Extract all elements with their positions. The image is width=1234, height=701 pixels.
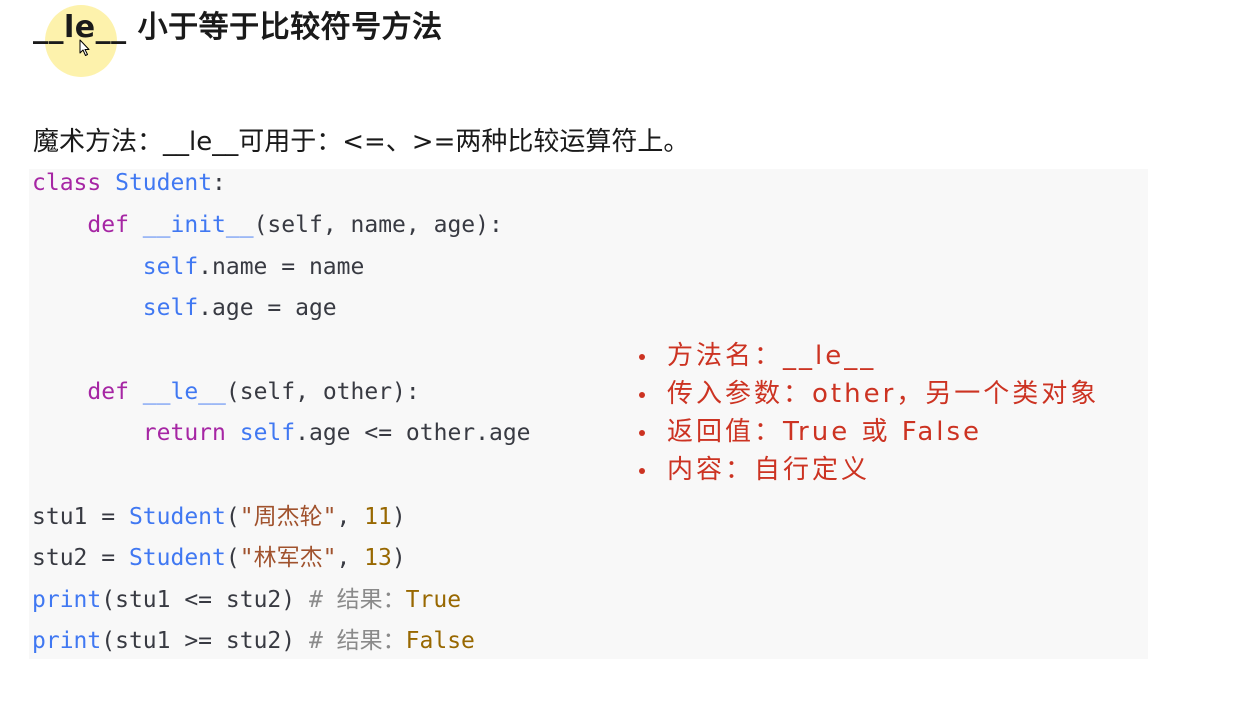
def-keyword: def — [87, 212, 129, 238]
class-name: Student — [128, 545, 226, 571]
code-line-1: class Student: — [32, 166, 226, 200]
note-text: 内容：自行定义 — [667, 455, 871, 485]
bullet-icon — [639, 468, 645, 474]
bullet-icon — [639, 392, 645, 398]
comment: # 结果： — [308, 628, 406, 654]
return-expression: .age <= other.age — [295, 420, 531, 446]
note-text: 返回值：True 或 False — [667, 417, 983, 447]
bullet-icon — [639, 354, 645, 360]
note-text: 传入参数：other，另一个类对象 — [667, 379, 1100, 409]
init-method-name: __init__ — [142, 212, 254, 238]
print1-args: (stu1 <= stu2) — [101, 587, 309, 613]
code-line-2: def __init__(self, name, age): — [32, 208, 503, 242]
le-method-name: __le__ — [142, 379, 226, 405]
mouse-pointer-icon — [79, 39, 90, 56]
class-keyword: class — [32, 170, 102, 196]
le-params: (self, other): — [225, 379, 420, 405]
comma: , — [336, 545, 365, 571]
code-line-12: print(stu1 >= stu2) # 结果：False — [32, 624, 475, 658]
stu1-assign: stu1 = — [32, 504, 129, 530]
colon: : — [212, 170, 226, 196]
paren-open: ( — [225, 545, 240, 571]
code-line-9: stu1 = Student("周杰轮", 11) — [32, 500, 406, 534]
note-text: 方法名：__le__ — [667, 341, 877, 371]
result-true: True — [405, 587, 462, 613]
init-params: (self, name, age): — [253, 212, 503, 238]
self-keyword: self — [142, 254, 199, 280]
stu1-age-number: 11 — [364, 504, 392, 530]
print-function: print — [32, 628, 102, 654]
stu2-age-number: 13 — [364, 545, 392, 571]
stu2-assign: stu2 = — [32, 545, 129, 571]
paren-close: ) — [391, 504, 406, 530]
code-line-3: self.name = name — [32, 250, 365, 284]
code-line-6: def __le__(self, other): — [32, 375, 420, 409]
return-keyword: return — [142, 420, 226, 446]
self-keyword: self — [142, 295, 199, 321]
code-line-10: stu2 = Student("林军杰", 13) — [32, 541, 406, 575]
paren-open: ( — [225, 504, 240, 530]
class-name: Student — [115, 170, 213, 196]
paren-close: ) — [391, 545, 406, 571]
code-line-4: self.age = age — [32, 291, 337, 325]
comma: , — [336, 504, 365, 530]
print2-args: (stu1 >= stu2) — [101, 628, 309, 654]
stu2-name-string: "林军杰" — [239, 545, 337, 571]
code-line-11: print(stu1 <= stu2) # 结果：True — [32, 583, 461, 617]
description: 魔术方法：__le__可用于：<=、>=两种比较运算符上。 — [33, 127, 690, 157]
bullet-icon — [639, 430, 645, 436]
assign-name: .name = name — [198, 254, 365, 280]
result-false: False — [405, 628, 475, 654]
comment: # 结果： — [308, 587, 406, 613]
def-keyword: def — [87, 379, 129, 405]
page-title: __le__ 小于等于比较符号方法 — [33, 10, 443, 45]
print-function: print — [32, 587, 102, 613]
assign-age: .age = age — [198, 295, 337, 321]
code-line-7: return self.age <= other.age — [32, 416, 531, 450]
self-keyword: self — [239, 420, 296, 446]
class-name: Student — [128, 504, 226, 530]
stu1-name-string: "周杰轮" — [239, 504, 337, 530]
